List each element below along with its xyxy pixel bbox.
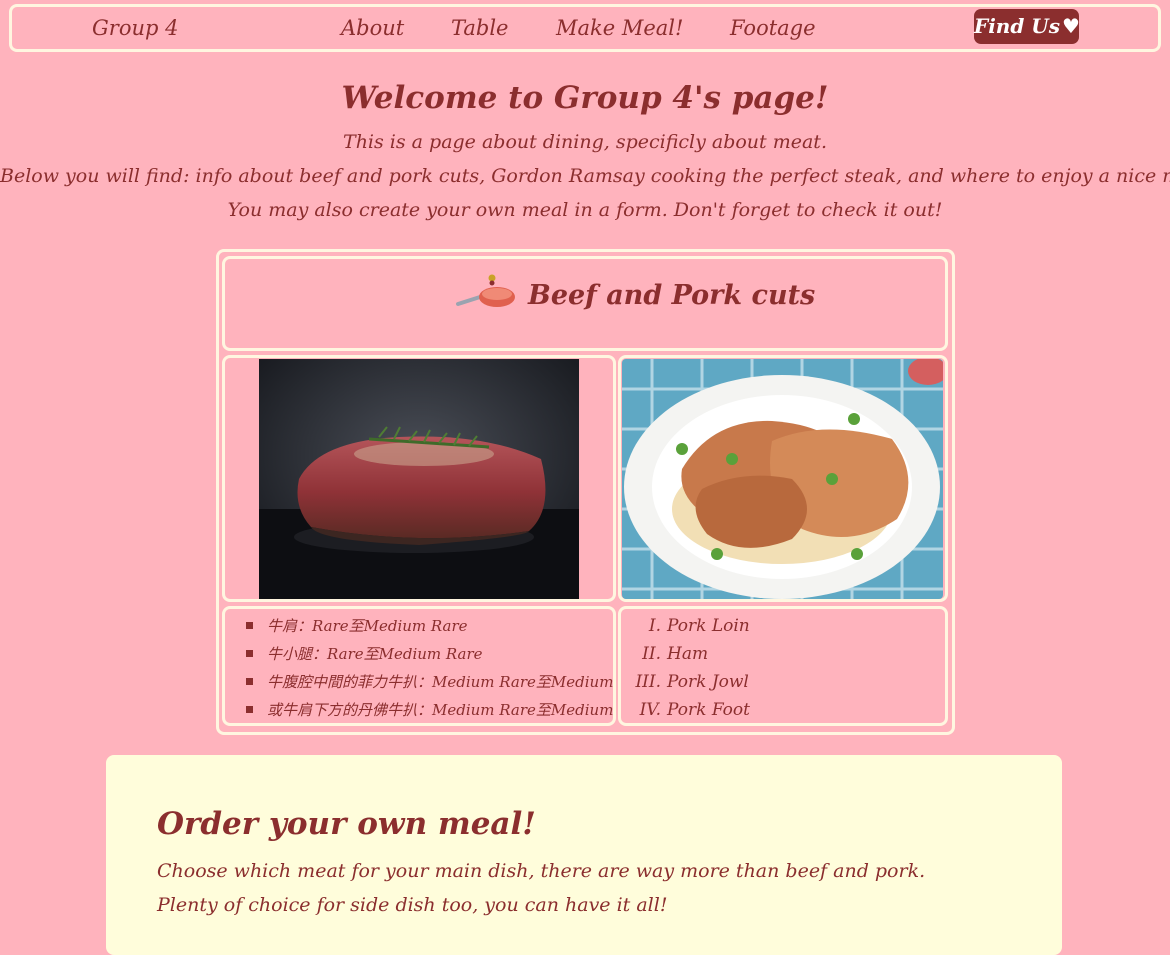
intro-line-2: Below you will find: info about beef and… [0, 165, 1170, 187]
intro-line-1: This is a page about dining, specificly … [343, 131, 827, 153]
beef-cuts-cell: 牛肩：Rare至Medium Rare 牛小腿：Rare至Medium Rare… [222, 606, 616, 726]
find-us-label: Find Us [974, 14, 1060, 38]
cuts-title: Beef and Pork cuts [528, 280, 816, 311]
order-line-1: Choose which meat for your main dish, th… [157, 860, 926, 882]
list-number: I. [648, 616, 661, 636]
intro-line-3: You may also create your own meal in a f… [227, 199, 943, 221]
navbar: Group 4 About Table Make Meal! Footage F… [9, 4, 1161, 52]
list-label: Pork Loin [667, 616, 750, 636]
nav-brand[interactable]: Group 4 [92, 7, 178, 49]
list-item: I. Pork Loin [621, 612, 750, 640]
list-number: II. [642, 644, 661, 664]
pork-chop-image [622, 359, 943, 599]
nav-link-about[interactable]: About [341, 7, 404, 49]
list-label: Pork Foot [667, 700, 750, 720]
list-item: 牛小腿：Rare至Medium Rare [225, 640, 613, 668]
heart-icon: ♥ [1062, 14, 1080, 38]
steak-image [259, 359, 579, 599]
nav-link-table[interactable]: Table [451, 7, 508, 49]
list-number: IV. [639, 700, 661, 720]
list-item: 或牛肩下方的丹佛牛扒：Medium Rare至Medium [225, 696, 613, 723]
pork-cuts-cell: I. Pork Loin II. Ham III. Pork Jowl IV. Pork… [618, 606, 948, 726]
beef-cuts-list: 牛肩：Rare至Medium Rare 牛小腿：Rare至Medium Rare… [225, 612, 613, 723]
frying-pan-icon [456, 274, 515, 307]
nav-link-footage[interactable]: Footage [730, 7, 816, 49]
pork-cuts-list: I. Pork Loin II. Ham III. Pork Jowl IV. Pork… [621, 612, 750, 724]
page-title: Welcome to Group 4's page! [341, 80, 829, 116]
nav-link-make-meal[interactable]: Make Meal! [556, 7, 683, 49]
list-item: 牛肩：Rare至Medium Rare [225, 612, 613, 640]
list-label: Ham [667, 644, 709, 664]
list-item: III. Pork Jowl [621, 668, 750, 696]
list-item: II. Ham [621, 640, 750, 668]
order-panel [106, 755, 1062, 955]
list-label: Pork Jowl [667, 672, 749, 692]
order-title: Order your own meal! [157, 806, 536, 842]
list-item: IV. Pork Foot [621, 696, 750, 724]
find-us-button[interactable]: Find Us ♥ [974, 9, 1080, 44]
list-item: 牛腹腔中間的菲力牛扒：Medium Rare至Medium [225, 668, 613, 696]
order-line-2: Plenty of choice for side dish too, you … [157, 894, 668, 916]
list-number: III. [635, 672, 661, 692]
